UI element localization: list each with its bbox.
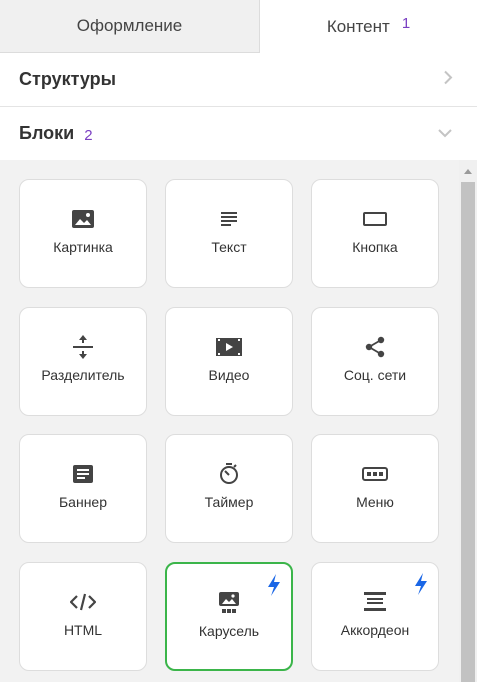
tab-design[interactable]: Оформление	[0, 0, 260, 53]
scrollbar[interactable]	[459, 160, 477, 682]
block-label: Аккордеон	[340, 622, 410, 638]
block-label: Картинка	[53, 239, 113, 255]
editor-tabs: Оформление Контент 1	[0, 0, 477, 53]
scroll-up-arrow-icon[interactable]	[459, 166, 477, 176]
block-label: Кнопка	[352, 239, 398, 255]
button-icon	[363, 208, 387, 230]
block-social[interactable]: Соц. сети	[311, 307, 439, 416]
block-divider[interactable]: Разделитель	[19, 307, 147, 416]
block-label: Меню	[356, 494, 394, 510]
carousel-icon	[218, 592, 240, 614]
annotation-marker-2: 2	[84, 127, 93, 144]
section-blocks[interactable]: Блоки 2	[0, 107, 477, 161]
chevron-down-icon	[437, 125, 453, 143]
timer-icon	[219, 463, 239, 485]
block-menu[interactable]: Меню	[311, 434, 439, 543]
video-icon	[216, 336, 242, 358]
block-accordion[interactable]: Аккордеон	[311, 562, 439, 671]
menu-icon	[362, 463, 388, 485]
block-label: Видео	[208, 367, 250, 383]
block-html[interactable]: HTML	[19, 562, 147, 671]
accordion-icon	[364, 591, 386, 613]
block-label: Разделитель	[41, 367, 125, 383]
block-label: Соц. сети	[343, 367, 407, 383]
code-icon	[70, 591, 96, 613]
block-label: HTML	[63, 622, 103, 638]
block-timer[interactable]: Таймер	[165, 434, 293, 543]
block-label: Баннер	[58, 494, 107, 510]
section-structures-title: Структуры	[19, 69, 116, 89]
divider-icon	[73, 335, 93, 359]
banner-icon	[73, 463, 93, 485]
share-icon	[365, 336, 385, 358]
chevron-right-icon	[443, 69, 453, 90]
image-icon	[72, 208, 94, 230]
block-carousel[interactable]: Карусель	[165, 562, 293, 671]
section-structures[interactable]: Структуры	[0, 53, 477, 107]
block-label: Текст	[211, 239, 247, 255]
tab-content[interactable]: Контент 1	[260, 0, 477, 53]
block-label: Таймер	[204, 494, 254, 510]
section-blocks-title: Блоки	[19, 123, 75, 143]
scrollbar-thumb[interactable]	[461, 182, 475, 682]
block-button[interactable]: Кнопка	[311, 179, 439, 288]
block-text[interactable]: Текст	[165, 179, 293, 288]
text-lines-icon	[221, 208, 237, 230]
tab-content-label: Контент	[326, 16, 390, 36]
bolt-icon	[267, 574, 281, 601]
block-image[interactable]: Картинка	[19, 179, 147, 288]
block-label: Карусель	[198, 623, 260, 639]
annotation-marker-1: 1	[401, 15, 411, 32]
bolt-icon	[414, 573, 428, 600]
block-video[interactable]: Видео	[165, 307, 293, 416]
block-banner[interactable]: Баннер	[19, 434, 147, 543]
tab-design-label: Оформление	[76, 16, 183, 35]
